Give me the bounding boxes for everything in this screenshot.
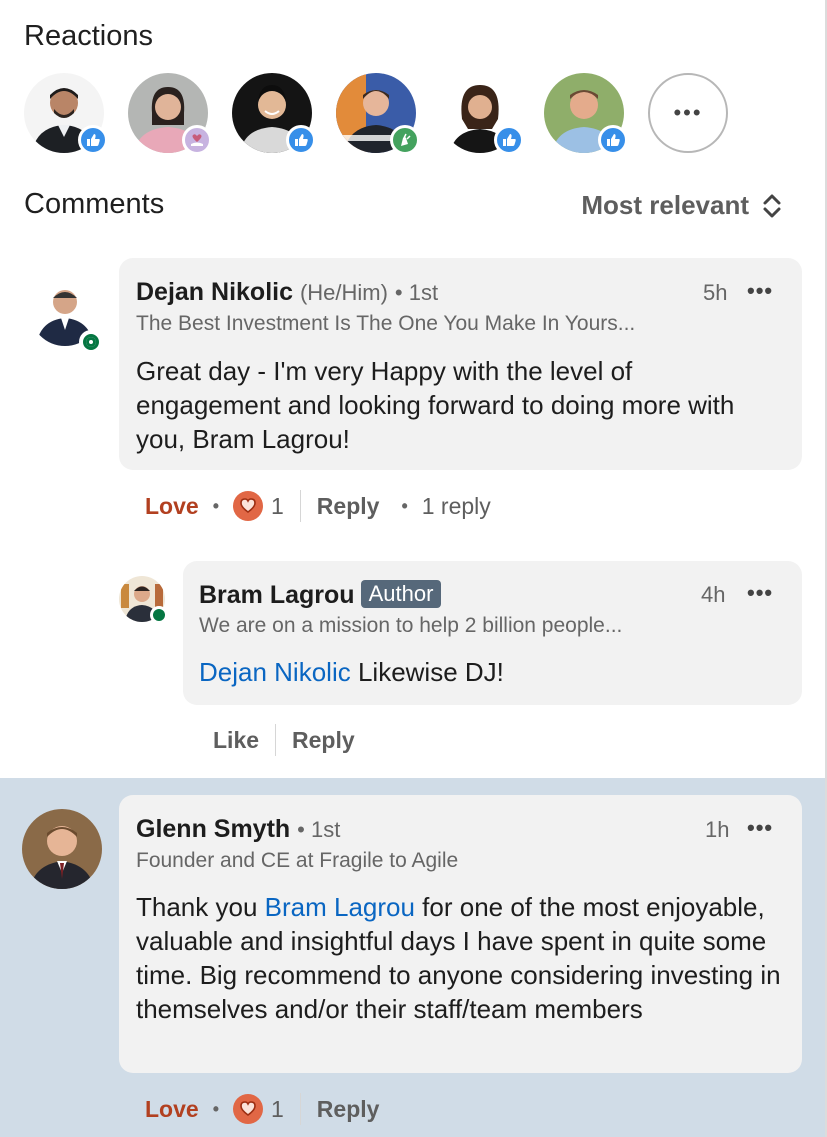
reactors-list: ••• [24, 73, 744, 155]
love-reaction-button[interactable]: Love [145, 493, 199, 520]
love-reaction-button[interactable]: Love [145, 1096, 199, 1123]
reply-count-link[interactable]: 1 reply [422, 493, 491, 520]
separator-dot: • [401, 495, 408, 516]
reply-text: Dejan Nikolic Likewise DJ! [199, 657, 504, 687]
comment-time: 5h [703, 280, 728, 305]
reactor-avatar[interactable] [128, 73, 212, 155]
comment-options-button[interactable]: ••• [747, 278, 773, 304]
divider [275, 724, 277, 756]
separator-dot: • [212, 495, 219, 516]
separator-dot: • [212, 1098, 219, 1119]
replier-headline: We are on a mission to help 2 billion pe… [199, 614, 623, 637]
reactor-avatar[interactable] [336, 73, 420, 155]
pronouns: (He/Him) [299, 280, 388, 305]
reactor-avatar[interactable] [440, 73, 524, 155]
reply-time: 4h [701, 582, 726, 607]
like-icon [598, 125, 628, 155]
online-status-icon [150, 606, 168, 624]
sort-chevron-icon [761, 191, 783, 221]
reply-bubble: Bram Lagrou Author 4h ••• We are on a mis… [183, 561, 802, 705]
comment-text: Thank you Bram Lagrou for one of the mos… [136, 892, 781, 1024]
replier-name[interactable]: Bram Lagrou Author [199, 580, 442, 610]
like-icon [286, 125, 316, 155]
like-icon [78, 125, 108, 155]
reply-actions: Like Reply [213, 724, 355, 756]
commenter-avatar[interactable] [22, 809, 102, 889]
like-icon [494, 125, 524, 155]
comments-heading: Comments [24, 188, 165, 220]
celebrate-icon [390, 125, 420, 155]
reply-button[interactable]: Reply [317, 493, 380, 520]
comment-time: 1h [705, 817, 730, 842]
author-badge: Author [360, 580, 442, 608]
reaction-count[interactable]: 1 [271, 1096, 284, 1123]
reaction-count[interactable]: 1 [271, 493, 284, 520]
reactor-avatar[interactable] [24, 73, 108, 155]
connection-degree: • 1st [394, 280, 439, 305]
divider [299, 490, 301, 522]
comment-actions: Love • 1 Reply • 1 reply [145, 490, 491, 522]
comment-options-button[interactable]: ••• [747, 815, 773, 841]
reactor-avatar[interactable] [544, 73, 628, 155]
reactions-heading: Reactions [24, 20, 153, 52]
support-icon [182, 125, 212, 155]
reactor-avatar[interactable] [232, 73, 316, 155]
commenter-name[interactable]: Dejan Nikolic (He/Him) • 1st [136, 278, 438, 307]
commenter-headline: Founder and CE at Fragile to Agile [136, 849, 459, 872]
love-icon[interactable] [233, 491, 263, 521]
reply-button[interactable]: Reply [292, 727, 355, 754]
like-button[interactable]: Like [213, 727, 259, 754]
reply-options-button[interactable]: ••• [747, 580, 773, 606]
more-reactions-button[interactable]: ••• [648, 73, 728, 153]
love-icon[interactable] [233, 1094, 263, 1124]
connection-degree: • 1st [297, 817, 341, 842]
commenter-name[interactable]: Glenn Smyth • 1st [136, 815, 340, 844]
divider [299, 1093, 301, 1125]
sort-dropdown[interactable]: Most relevant [581, 190, 783, 221]
commenter-headline: The Best Investment Is The One You Make … [136, 312, 636, 335]
reply-button[interactable]: Reply [317, 1096, 380, 1123]
online-status-icon [79, 330, 103, 354]
comment-bubble: Glenn Smyth • 1st 1h ••• Founder and CE … [119, 795, 802, 1073]
sort-label: Most relevant [581, 190, 749, 220]
mention-link[interactable]: Dejan Nikolic [199, 657, 351, 687]
comment-actions: Love • 1 Reply [145, 1093, 379, 1125]
comment-text: Great day - I'm very Happy with the leve… [136, 356, 735, 454]
mention-link[interactable]: Bram Lagrou [265, 892, 415, 922]
comment-bubble: Dejan Nikolic (He/Him) • 1st 5h ••• The … [119, 258, 802, 470]
